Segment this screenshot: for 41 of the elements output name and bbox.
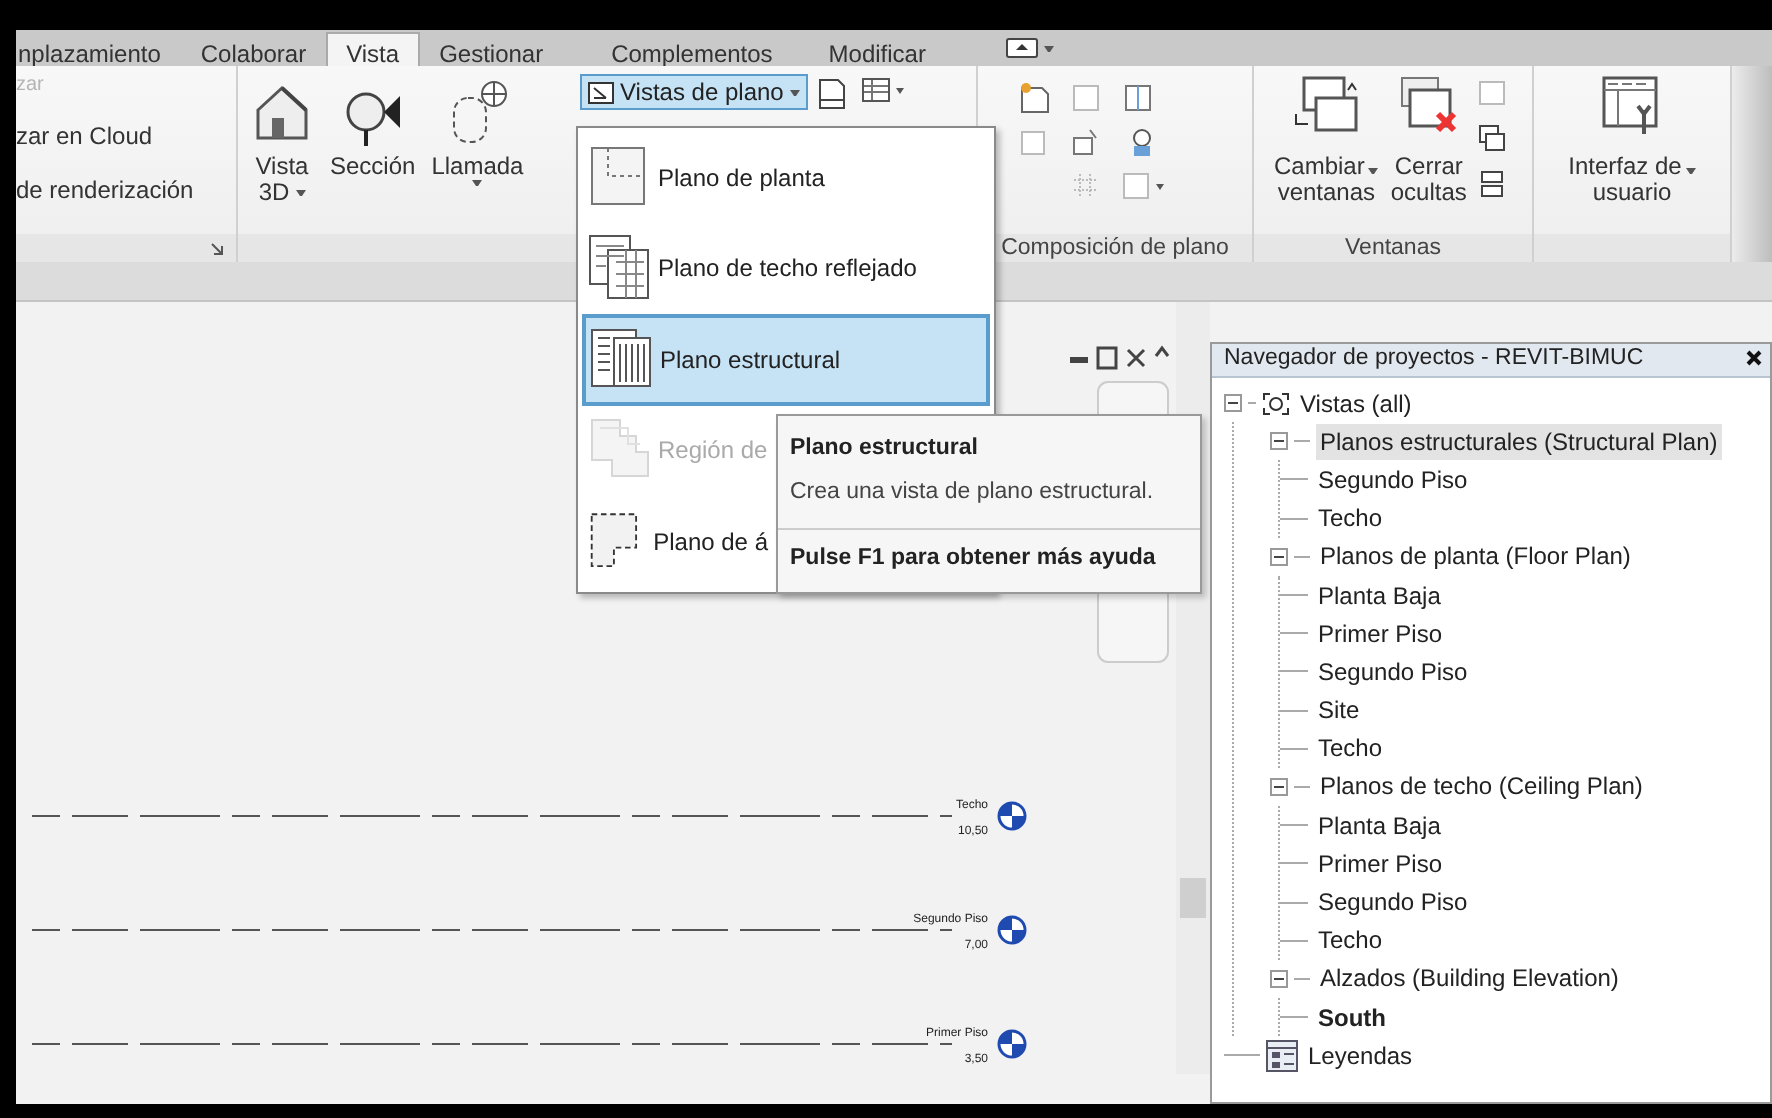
panel-label: Ventanas	[1254, 234, 1532, 262]
plan-views-button[interactable]: Vistas de plano	[580, 74, 808, 110]
ribbon-button[interactable]: Vista 3D	[250, 78, 314, 234]
tree-item[interactable]: Primer Piso	[1314, 615, 1447, 652]
ribbon-button[interactable]: Sección	[330, 78, 416, 234]
tooltip-text: Crea una vista de plano estructural.	[778, 472, 1200, 529]
tree-item[interactable]: Vistas (all)	[1296, 385, 1416, 422]
ribbon-button[interactable]: Llamada	[431, 78, 524, 234]
ribbon-button[interactable]: Cambiar ventanas	[1274, 74, 1379, 206]
menu-item[interactable]: Plano estructural	[582, 314, 990, 405]
tree-item[interactable]: Segundo Piso	[1314, 884, 1472, 921]
tree-item[interactable]: Planos de planta (Floor Plan)	[1316, 538, 1635, 575]
tree-item[interactable]: Primer Piso	[1314, 845, 1447, 882]
ribbon-command[interactable]: de renderización	[16, 172, 236, 208]
tooltip-title: Plano estructural	[788, 434, 980, 464]
ribbon-tab[interactable]: Gestionar	[419, 32, 564, 66]
panel-title: Navegador de proyectos - REVIT-BIMUC	[1224, 344, 1644, 375]
ribbon-command[interactable]: zar en Cloud	[16, 118, 236, 154]
tree-item[interactable]: Planta Baja	[1314, 577, 1445, 614]
tree-item[interactable]: Alzados (Building Elevation)	[1316, 960, 1623, 997]
tree-item[interactable]: Segundo Piso	[1314, 653, 1472, 690]
ribbon-button[interactable]: Interfaz de usuario	[1568, 74, 1696, 234]
ribbon-tab[interactable]: Colaborar	[180, 32, 327, 66]
tree-item[interactable]: Techo	[1314, 500, 1387, 537]
ribbon-tab[interactable]: Complementos	[591, 32, 793, 66]
tree-item[interactable]: Planos estructurales (Structural Plan)	[1316, 423, 1722, 460]
menu-item[interactable]: Plano de á	[582, 496, 774, 587]
ribbon-tab[interactable]: Modificar	[808, 32, 946, 66]
tree-item[interactable]: Site	[1314, 692, 1364, 729]
tree-item[interactable]: Planos de techo (Ceiling Plan)	[1316, 768, 1647, 805]
tree-item[interactable]: Segundo Piso	[1314, 461, 1472, 498]
ribbon-button[interactable]: Cerrar ocultas	[1390, 74, 1467, 206]
ribbon-tab[interactable]: nplazamiento	[16, 32, 181, 66]
tree-item[interactable]: South	[1314, 999, 1390, 1036]
tree-item[interactable]: Techo	[1314, 730, 1387, 767]
ribbon-tab[interactable]: Vista	[326, 32, 420, 66]
tree-item[interactable]: Leyendas	[1304, 1037, 1417, 1074]
tree-item[interactable]: Planta Baja	[1314, 807, 1445, 844]
tree-item[interactable]: Techo	[1314, 922, 1387, 959]
menu-item[interactable]: Plano de planta	[582, 132, 990, 223]
tooltip-help: Pulse F1 para obtener más ayuda	[788, 543, 1158, 573]
